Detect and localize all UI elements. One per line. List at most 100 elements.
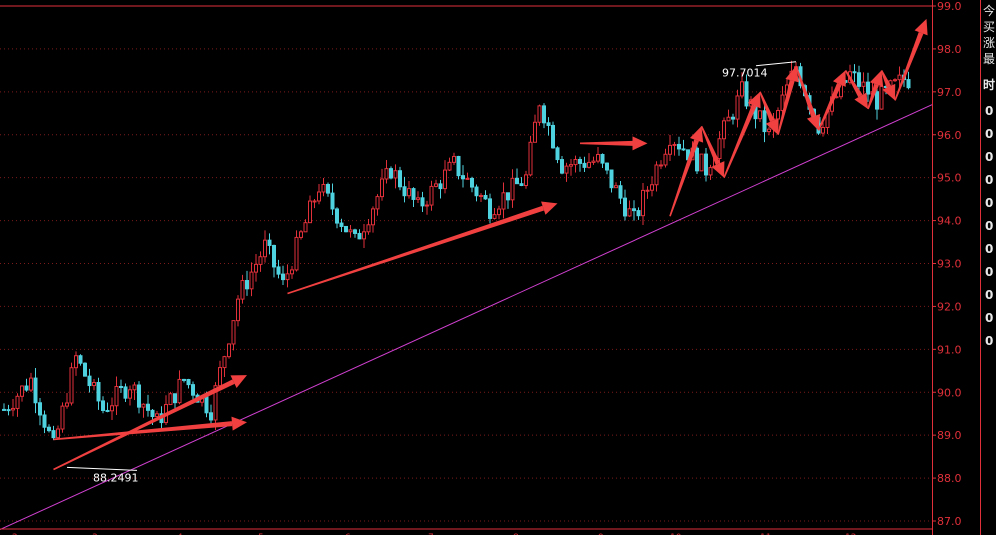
candle-body <box>366 224 371 233</box>
y-tick-label: 90.0 <box>937 386 962 399</box>
y-tick-label: 95.0 <box>937 172 962 185</box>
candle-body <box>879 85 884 110</box>
candle-body <box>776 110 780 120</box>
tick-value: 0 <box>985 334 994 348</box>
candle-body <box>627 208 632 217</box>
candle-body <box>222 356 227 369</box>
candle-body <box>434 183 438 187</box>
candle-body <box>735 95 740 120</box>
tick-value: 0 <box>985 173 994 187</box>
candle-body <box>569 164 573 167</box>
y-tick-label: 97.0 <box>937 86 962 99</box>
candle-body <box>492 214 497 219</box>
candle-body <box>335 208 339 224</box>
candle-body <box>623 197 627 217</box>
candle-body <box>528 141 533 176</box>
candle-body <box>389 168 393 179</box>
candle-body <box>632 208 636 212</box>
candle-body <box>362 231 366 240</box>
y-tick-label: 88.0 <box>937 472 962 485</box>
candle-body <box>281 273 285 281</box>
candle-body <box>407 188 411 197</box>
candle-body <box>645 189 650 192</box>
candle-body <box>519 183 524 187</box>
candle-body <box>249 271 254 290</box>
candle-body <box>573 158 578 166</box>
side-panel-label: 涨 <box>983 36 996 50</box>
candle-body <box>317 191 321 202</box>
candle-body <box>92 381 96 387</box>
candle-body <box>380 178 384 198</box>
candle-body <box>501 192 506 210</box>
candle-body <box>69 367 74 404</box>
candle-body <box>636 210 641 217</box>
y-tick-label: 91.0 <box>937 343 962 356</box>
side-panel-label: 最 <box>983 52 996 66</box>
candle-body <box>353 229 357 234</box>
candle-body <box>605 162 609 171</box>
candle-body <box>447 161 452 171</box>
tick-value: 0 <box>985 242 994 256</box>
candle-body <box>443 169 447 190</box>
candle-body <box>515 177 519 185</box>
candle-body <box>758 110 762 120</box>
candle-body <box>591 160 596 163</box>
candle-body <box>641 189 645 217</box>
candle-body <box>150 409 155 418</box>
candle-body <box>146 403 150 411</box>
candle-body <box>722 120 726 140</box>
candle-body <box>15 395 20 409</box>
candle-body <box>303 222 308 233</box>
candle-body <box>182 378 186 381</box>
annotations-layer: 88.2491 97.7014 <box>66 61 797 484</box>
candle-body <box>618 185 623 199</box>
candle-body <box>56 428 60 439</box>
candle-body <box>83 362 87 377</box>
candle-body <box>699 153 704 172</box>
candle-body <box>105 409 110 412</box>
candle-body <box>258 256 263 265</box>
tick-value: 0 <box>985 288 994 302</box>
candle-body <box>546 122 551 126</box>
candle-body <box>681 148 686 151</box>
candle-body <box>285 273 290 281</box>
candle-body <box>672 143 677 146</box>
candle-body <box>371 208 375 226</box>
quote-side-panel: 今买涨最时 0 0 0 0 0 0 0 0 0 0 0 <box>982 0 996 535</box>
trend-arrow-head <box>689 126 704 143</box>
candle-body <box>101 400 105 411</box>
candle-body <box>564 165 569 174</box>
candle-body <box>533 121 537 143</box>
candle-body <box>299 231 303 238</box>
tick-value: 0 <box>985 127 994 141</box>
candle-body <box>123 386 128 399</box>
candle-body <box>393 170 398 179</box>
candle-body <box>740 81 744 97</box>
candle-body <box>263 239 267 258</box>
candle-body <box>659 164 663 167</box>
price-chart: 88.2491 97.7014 87.0 88.0 89.0 90.0 91.0 92.0… <box>0 0 981 535</box>
candle-body <box>897 74 902 81</box>
candle-body <box>191 384 195 396</box>
candle-body <box>294 236 299 271</box>
y-tick-label: 89.0 <box>937 429 962 442</box>
candle-body <box>173 393 177 404</box>
candle-body <box>866 81 870 95</box>
tick-value: 0 <box>985 311 994 325</box>
candle-body <box>119 385 123 388</box>
time-column-header: 时 <box>983 78 996 92</box>
high-price-label: 97.7014 <box>722 67 768 80</box>
candle-body <box>312 200 317 203</box>
candle-body <box>483 194 488 200</box>
candle-body <box>425 204 429 207</box>
candle-body <box>128 389 132 399</box>
candle-body <box>110 405 114 412</box>
candle-body <box>852 71 857 74</box>
candle-body <box>821 127 825 134</box>
candle-body <box>668 144 672 155</box>
y-tick-label: 93.0 <box>937 258 962 271</box>
candle-body <box>6 409 11 412</box>
candle-body <box>33 377 38 404</box>
candle-body <box>20 385 24 397</box>
candle-body <box>87 375 92 387</box>
